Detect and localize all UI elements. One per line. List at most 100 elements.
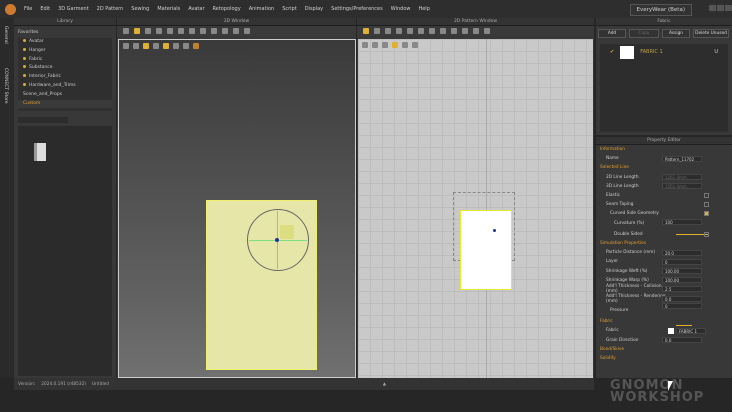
gizmo-center[interactable] xyxy=(275,238,279,242)
gizmo-plane-handle[interactable] xyxy=(280,225,294,239)
expand-icon[interactable]: ▲ xyxy=(383,382,386,387)
menu-animation[interactable]: Animation xyxy=(249,6,275,12)
fabric-list-item[interactable]: ✔ FABRIC 1 U xyxy=(600,44,728,60)
section-solidify[interactable]: Solidify xyxy=(596,354,732,363)
tab-connect-store[interactable]: CONNECT Store xyxy=(3,68,8,103)
library-item[interactable]: Hanger xyxy=(18,47,112,56)
menu-materials[interactable]: Materials xyxy=(157,6,180,12)
tool-icon[interactable] xyxy=(233,28,239,34)
library-item[interactable]: Substance xyxy=(18,64,112,73)
tool-icon[interactable] xyxy=(167,28,173,34)
section-bond-skive[interactable]: Bond/Skive xyxy=(596,345,732,354)
view-icon[interactable] xyxy=(412,42,418,48)
tool-icon[interactable] xyxy=(363,28,369,34)
tool-icon[interactable] xyxy=(211,28,217,34)
copy-fabric-button[interactable]: Copy xyxy=(629,29,659,38)
tool-icon[interactable] xyxy=(429,28,435,34)
3d-viewport[interactable] xyxy=(118,39,356,378)
maximize-button[interactable] xyxy=(717,5,724,11)
tool-icon[interactable] xyxy=(473,28,479,34)
delete-unused-button[interactable]: Delete Unused xyxy=(693,29,729,38)
close-button[interactable] xyxy=(725,5,732,11)
menu-window[interactable]: Window xyxy=(391,6,411,12)
menu-retopology[interactable]: Retopology xyxy=(213,6,241,12)
library-item[interactable]: Avatar xyxy=(18,38,112,47)
menu-file[interactable]: File xyxy=(24,6,32,12)
tool-icon[interactable] xyxy=(222,28,228,34)
tool-icon[interactable] xyxy=(385,28,391,34)
tool-icon[interactable] xyxy=(418,28,424,34)
prop-field[interactable]: 100.00 xyxy=(662,277,702,284)
garment-pattern-3d[interactable] xyxy=(206,200,317,370)
menu-settings[interactable]: Settings/Preferences xyxy=(331,6,383,12)
tool-icon[interactable] xyxy=(156,28,162,34)
name-field[interactable]: Pattern_11702 xyxy=(662,155,702,162)
menu-edit[interactable]: Edit xyxy=(40,6,50,12)
tab-general[interactable]: General xyxy=(3,26,8,44)
minimize-button[interactable] xyxy=(709,5,716,11)
pattern-point[interactable] xyxy=(493,229,496,232)
library-item[interactable]: Interior_Fabric xyxy=(18,73,112,82)
tool-icon[interactable] xyxy=(189,28,195,34)
menu-avatar[interactable]: Avatar xyxy=(188,6,204,12)
library-item[interactable]: Hardware_and_Trims xyxy=(18,82,112,91)
tool-icon[interactable] xyxy=(440,28,446,34)
tool-icon[interactable] xyxy=(200,28,206,34)
view-icon[interactable] xyxy=(402,42,408,48)
2d-viewport[interactable] xyxy=(358,39,593,378)
menu-3d-garment[interactable]: 3D Garment xyxy=(58,6,89,12)
pressure-field[interactable]: 0 xyxy=(662,303,702,310)
tool-icon[interactable] xyxy=(178,28,184,34)
prop-field[interactable]: 2.5 xyxy=(662,286,702,293)
view-icon[interactable] xyxy=(133,43,139,49)
menu-2d-pattern[interactable]: 2D Pattern xyxy=(97,6,124,12)
curved-geometry-checkbox[interactable] xyxy=(704,211,709,217)
library-item[interactable]: Scene_and_Props xyxy=(18,91,112,100)
view-icon[interactable] xyxy=(173,43,179,49)
tool-icon[interactable] xyxy=(484,28,490,34)
tool-icon[interactable] xyxy=(244,28,250,34)
tool-icon[interactable] xyxy=(123,28,129,34)
view-icon[interactable] xyxy=(382,42,388,48)
prop-field[interactable]: 0 xyxy=(662,258,702,265)
tool-icon[interactable] xyxy=(407,28,413,34)
tool-icon[interactable] xyxy=(134,28,140,34)
double-sided-checkbox[interactable] xyxy=(704,231,709,237)
elastic-checkbox[interactable] xyxy=(704,193,709,199)
view-icon[interactable] xyxy=(123,43,129,49)
view-icon[interactable] xyxy=(362,42,368,48)
view-icon[interactable] xyxy=(392,42,398,48)
view-icon[interactable] xyxy=(163,43,169,49)
section-simulation[interactable]: Simulation Properties xyxy=(596,239,732,248)
library-item[interactable]: Fabric xyxy=(18,56,112,65)
prop-field[interactable]: 20.0 xyxy=(662,249,702,256)
tool-icon[interactable] xyxy=(396,28,402,34)
assign-fabric-button[interactable]: Assign xyxy=(662,29,690,38)
menu-help[interactable]: Help xyxy=(418,6,429,12)
folder-thumbnail-icon[interactable] xyxy=(34,143,46,161)
pattern-piece-2d[interactable] xyxy=(460,210,512,290)
prop-field[interactable]: 0.0 xyxy=(662,295,702,302)
library-item-selected[interactable]: Custom xyxy=(18,99,112,109)
menu-script[interactable]: Script xyxy=(282,6,297,12)
prop-field[interactable]: 100.00 xyxy=(662,268,702,275)
curvature-field[interactable]: 100 xyxy=(662,218,702,225)
tool-icon[interactable] xyxy=(374,28,380,34)
fabric-select[interactable]: FABRIC 1 xyxy=(676,327,706,334)
tool-icon[interactable] xyxy=(145,28,151,34)
tool-icon[interactable] xyxy=(451,28,457,34)
section-selected-line[interactable]: Selected Line xyxy=(596,163,732,172)
grain-field[interactable]: 0.0 xyxy=(662,337,702,344)
library-search-input[interactable] xyxy=(18,117,68,123)
section-fabric[interactable]: Fabric xyxy=(596,317,732,326)
edition-button[interactable]: EveryWear (Beta) xyxy=(629,4,692,16)
view-icon[interactable] xyxy=(193,43,199,49)
menu-display[interactable]: Display xyxy=(305,6,323,12)
view-icon[interactable] xyxy=(372,42,378,48)
view-icon[interactable] xyxy=(183,43,189,49)
section-information[interactable]: Information xyxy=(596,145,732,154)
view-icon[interactable] xyxy=(143,43,149,49)
menu-sewing[interactable]: Sewing xyxy=(131,6,149,12)
add-fabric-button[interactable]: Add xyxy=(598,29,626,38)
view-icon[interactable] xyxy=(153,43,159,49)
